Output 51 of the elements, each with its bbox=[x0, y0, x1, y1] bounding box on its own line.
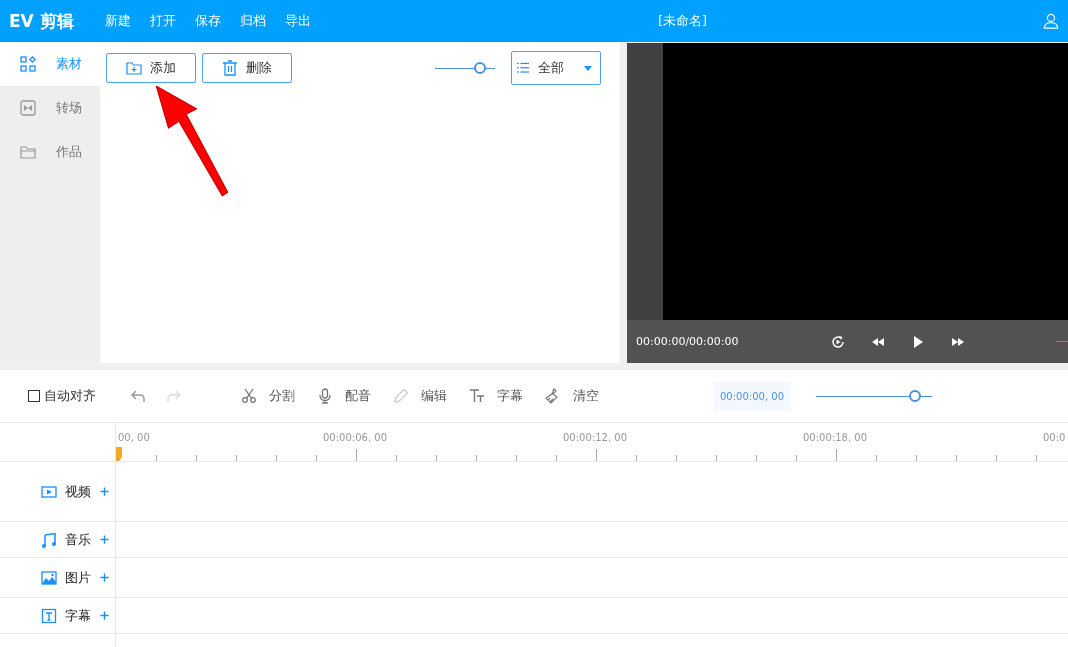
caret-icon bbox=[584, 65, 592, 71]
time-label: 00, 00 bbox=[118, 432, 150, 443]
add-icon[interactable] bbox=[99, 486, 110, 497]
time-label: 00:00:12, 00 bbox=[563, 432, 627, 443]
slider-thumb[interactable] bbox=[908, 390, 921, 402]
add-icon[interactable] bbox=[99, 610, 110, 621]
sidebar-item[interactable]: 转场 bbox=[0, 86, 100, 130]
filter-dropdown[interactable]: 全部 bbox=[511, 51, 601, 85]
slider-thumb[interactable] bbox=[474, 62, 486, 74]
user-icon[interactable] bbox=[1043, 13, 1059, 29]
time-label: 00:00:18, 00 bbox=[803, 432, 867, 443]
image-icon bbox=[41, 569, 57, 586]
time-label: 00:00:06, 00 bbox=[323, 432, 387, 443]
track-label: 视频 bbox=[65, 482, 91, 501]
track-label: 图片 bbox=[65, 568, 91, 587]
play-icon[interactable] bbox=[911, 334, 925, 349]
size-slider[interactable] bbox=[435, 62, 495, 74]
add-icon[interactable] bbox=[99, 534, 110, 545]
project-title: [未命名] bbox=[658, 12, 709, 30]
auto-align-checkbox[interactable]: 自动对齐 bbox=[28, 387, 130, 405]
list-icon bbox=[517, 62, 529, 74]
timeline-zoom-slider[interactable] bbox=[816, 390, 932, 402]
playback-time: 00:00:00/00:00:00 bbox=[636, 335, 740, 348]
grid-icon bbox=[20, 56, 36, 72]
text-icon bbox=[41, 607, 57, 624]
trash-icon bbox=[222, 60, 238, 76]
text-size-icon bbox=[469, 388, 485, 404]
track-label: 音乐 bbox=[65, 530, 91, 549]
pencil-icon bbox=[393, 388, 409, 404]
track-label: 字幕 bbox=[65, 606, 91, 625]
toolbar-button[interactable]: 配音 bbox=[317, 387, 371, 405]
microphone-icon bbox=[317, 388, 333, 404]
toolbar-button[interactable]: 字幕 bbox=[469, 387, 523, 405]
time-label: 00:0 bbox=[1043, 432, 1066, 443]
app-logo: EV 剪辑 bbox=[9, 9, 75, 33]
playhead-marker[interactable] bbox=[116, 447, 122, 461]
video-icon bbox=[41, 483, 57, 500]
delete-button[interactable]: 删除 bbox=[202, 53, 292, 83]
folder-plus-icon bbox=[126, 60, 142, 76]
folder-icon bbox=[20, 144, 36, 160]
add-button[interactable]: 添加 bbox=[106, 53, 196, 83]
toolbar-button[interactable]: 清空 bbox=[545, 387, 599, 405]
add-icon[interactable] bbox=[99, 572, 110, 583]
transition-icon bbox=[20, 100, 36, 116]
toolbar-button[interactable]: 分割 bbox=[241, 387, 295, 405]
undo-icon[interactable] bbox=[130, 388, 146, 404]
scissors-icon bbox=[241, 388, 257, 404]
current-time: 00:00:00, 00 bbox=[714, 381, 790, 411]
music-note-icon bbox=[41, 531, 57, 548]
sidebar-item[interactable]: 作品 bbox=[0, 130, 100, 174]
replay-icon[interactable] bbox=[831, 334, 845, 349]
